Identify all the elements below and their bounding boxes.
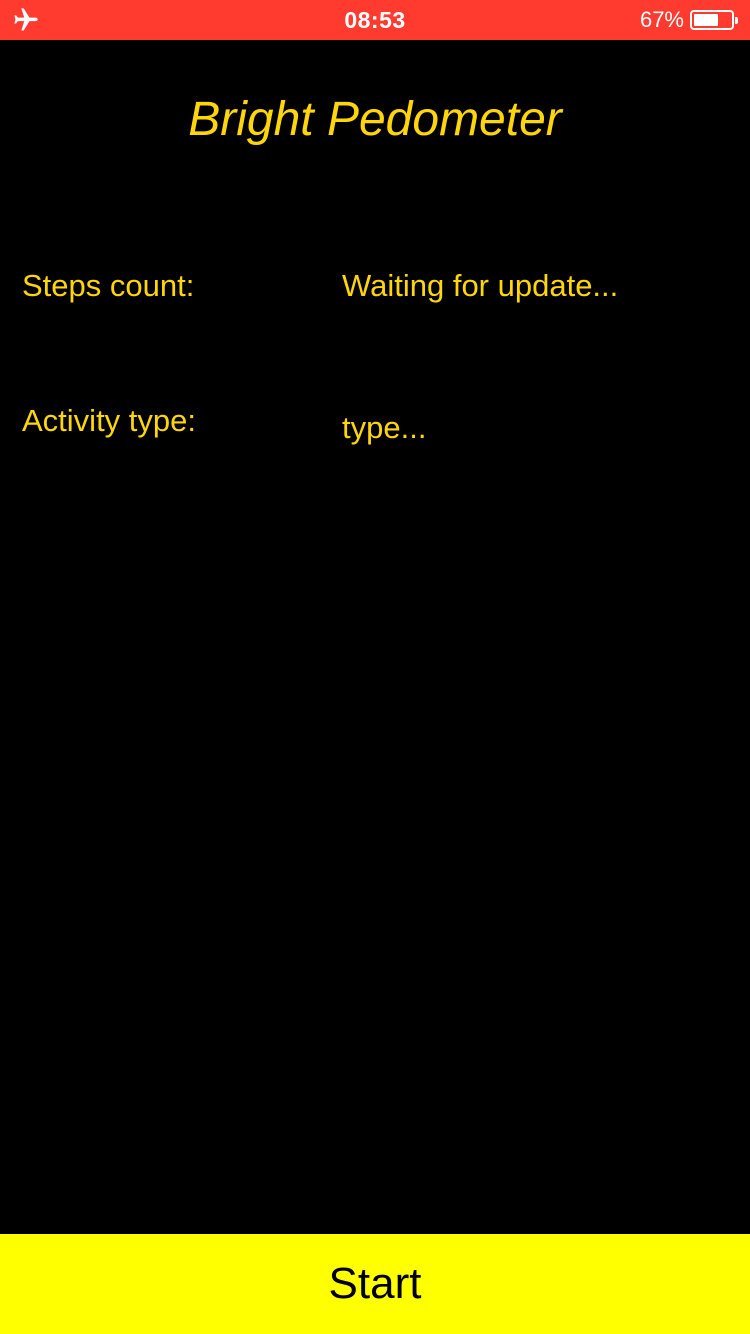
status-time: 08:53: [344, 7, 406, 33]
activity-type-value: type...: [342, 410, 427, 445]
battery-icon: [690, 10, 738, 30]
battery-percentage: 67%: [639, 7, 684, 32]
steps-count-label: Steps count:: [22, 268, 195, 303]
battery-level-fill: [694, 14, 718, 26]
app-title: Bright Pedometer: [188, 93, 562, 146]
battery-status: 67%: [639, 0, 738, 40]
status-bar: 08:53 67%: [0, 0, 750, 40]
start-button[interactable]: Start: [0, 1234, 750, 1334]
battery-nub: [735, 17, 738, 24]
steps-count-value: Waiting for update...: [342, 268, 619, 303]
activity-type-label: Activity type:: [22, 403, 196, 438]
